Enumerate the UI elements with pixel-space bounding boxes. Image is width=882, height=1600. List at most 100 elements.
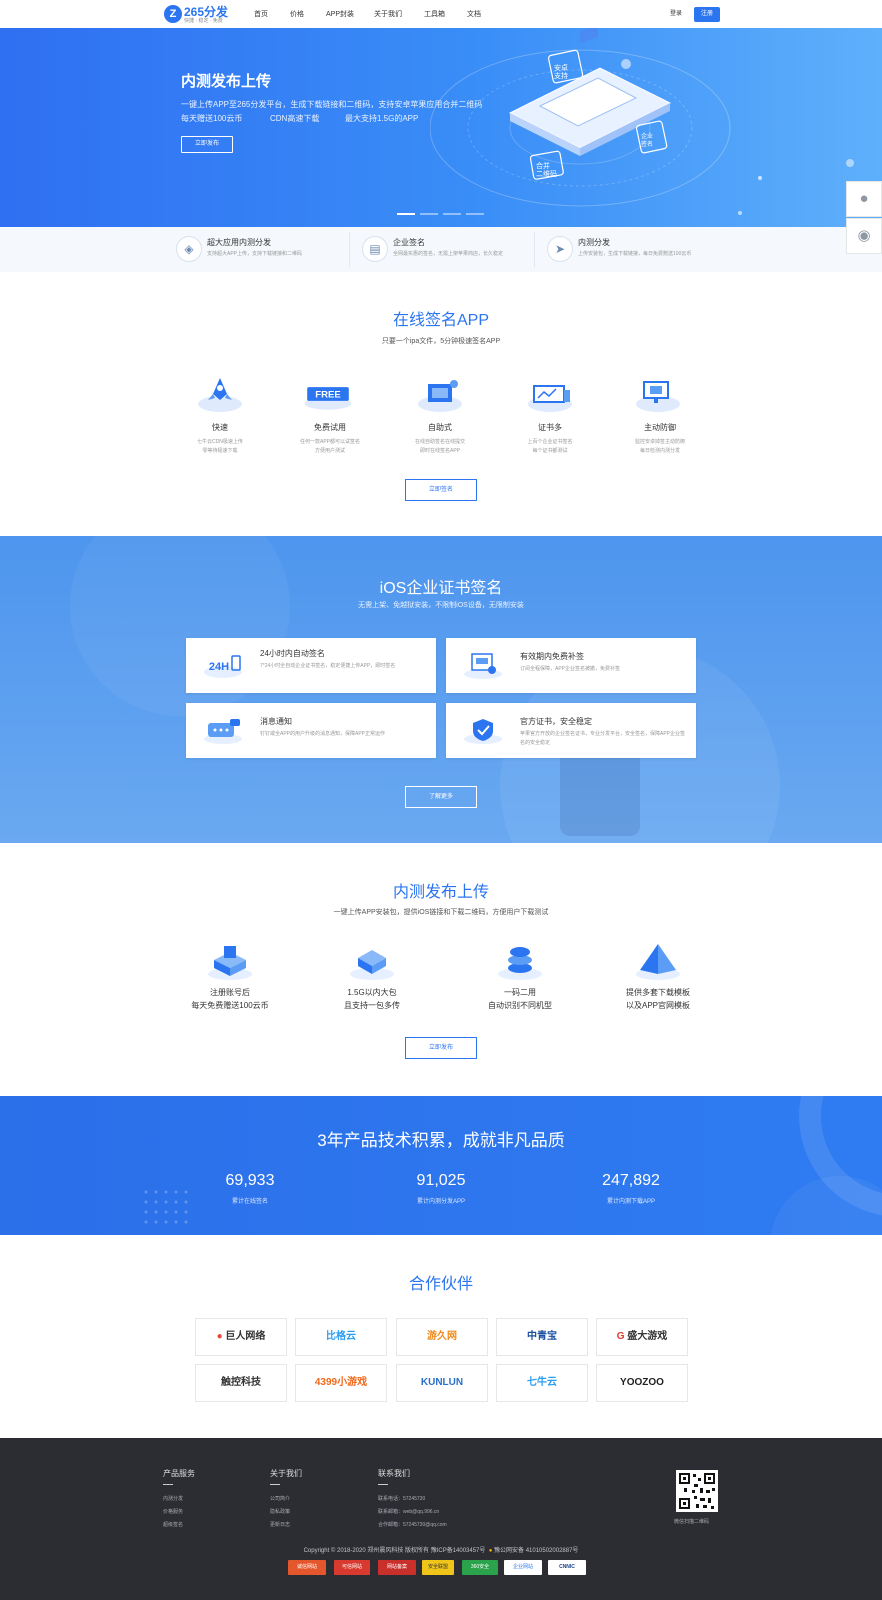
card-title: 消息通知 xyxy=(260,717,292,726)
hero-label-qrcode2: 二维码 xyxy=(536,169,557,178)
free-icon: FREE xyxy=(304,387,352,410)
nav-tools[interactable]: 工具箱 xyxy=(424,9,445,19)
partner-yoozoo[interactable]: YOOZOO xyxy=(596,1364,688,1402)
nav-docs[interactable]: 文档 xyxy=(467,9,481,19)
stat-number-downloads: 247,892 xyxy=(602,1172,660,1189)
feature-desc-defense: 监控安卓掉签主动防御 每日检测内测分发 xyxy=(634,439,685,454)
wechat-icon[interactable]: ◉ xyxy=(846,218,882,254)
qrcode-dual-use-icon xyxy=(498,947,542,980)
badge-integrity[interactable]: 诚信网站 xyxy=(288,1560,326,1575)
partner-shanda[interactable]: G 盛大游戏 xyxy=(596,1318,688,1356)
feature-desc-fast: 七牛云CDN极速上传 零等待极速下载 xyxy=(197,439,243,454)
partner-giant[interactable]: ● 巨人网络 xyxy=(195,1318,287,1356)
stat-label-signs: 累计在线签名 xyxy=(231,1199,268,1205)
carousel-dot-4[interactable] xyxy=(466,213,484,215)
hero-label-android: 安卓 xyxy=(554,63,568,72)
badge-record[interactable]: 网站备案 xyxy=(378,1560,416,1575)
footer-link[interactable]: 内测分发 xyxy=(163,1495,183,1502)
footer-link[interactable]: 超级签名 xyxy=(163,1521,183,1528)
free-badge-label: FREE xyxy=(315,389,340,400)
nav-home[interactable]: 首页 xyxy=(254,9,268,19)
hero-label-support: 支持 xyxy=(554,71,568,80)
carousel-dot-2[interactable] xyxy=(420,213,438,215)
police-record: 豫公网安备 41010502002887号 xyxy=(494,1548,579,1554)
partner-qiniu[interactable]: 七牛云 xyxy=(496,1364,588,1402)
ios-card-notification[interactable]: 消息通知 钉钉或全APP的用户升级的消息通知，保障APP正常运作 xyxy=(186,703,436,758)
partner-uuu9[interactable]: 游久网 xyxy=(396,1318,488,1356)
layers-icon: ◈ xyxy=(176,236,202,262)
templates-pyramid-icon xyxy=(636,944,680,980)
stats-background-decor xyxy=(144,1096,882,1235)
partner-zqgame[interactable]: 中青宝 xyxy=(496,1318,588,1356)
feature-desc-self: 在线自助签名在线提交 即时在线签名APP xyxy=(414,439,465,454)
message-icon xyxy=(204,719,242,744)
footer-link[interactable]: 更新日志 xyxy=(270,1521,290,1528)
hero-banner: 安卓 支持 企业 签名 合并 二维码 内测发布上传 一键上传APP至265分发平… xyxy=(0,28,882,227)
ios-card-official-cert[interactable]: 官方证书，安全稳定 苹果官方开放的企业签名证书，专业分发平台，安全签名，保障AP… xyxy=(446,703,696,758)
feature-title-defense: 主动防御 xyxy=(644,423,676,432)
qq-icon[interactable]: ● xyxy=(846,181,882,217)
badge-security[interactable]: 安全联盟 xyxy=(422,1560,454,1575)
logo-slogan: 快捷 · 稳定 · 免费 xyxy=(184,18,223,24)
hero-description: 一键上传APP至265分发平台，生成下载链接和二维码，支持安卓苹果应用合并二维码 xyxy=(181,100,483,109)
hero-publish-button[interactable]: 立即发布 xyxy=(181,136,233,153)
carousel-dot-1[interactable] xyxy=(397,213,415,215)
ios-card-auto-sign[interactable]: 24H 24小时内自动签名 7*24小时全自动企业证书签名，稳定便捷上传APP，… xyxy=(186,638,436,693)
upload-feature-1: 注册账号后 每天免费赠送100云币 xyxy=(191,988,269,1010)
footer-divider xyxy=(270,1484,280,1485)
ios-card-free-resign[interactable]: 有效期内免费补签 订阅全程保障，APP企业签名被撤，免费补签 xyxy=(446,638,696,693)
footer-link[interactable]: 价格服务 xyxy=(163,1508,183,1515)
ios-section-subtitle: 无需上架、免越狱安装，不限制iOS设备，无限制安装 xyxy=(358,602,524,609)
learn-more-button[interactable]: 了解更多 xyxy=(405,786,477,808)
carousel-dot-3[interactable] xyxy=(443,213,461,215)
feature-desc-certs: 上百个企业证书签名 每个证书都测试 xyxy=(527,439,573,454)
nav-about[interactable]: 关于我们 xyxy=(374,9,402,19)
badge-trusted[interactable]: 可信网站 xyxy=(334,1560,370,1575)
24h-icon: 24H xyxy=(204,655,242,678)
feature-title-fast: 快速 xyxy=(212,423,228,432)
strip-title-1[interactable]: 超大应用内测分发 xyxy=(207,237,271,248)
wechat-qrcode xyxy=(676,1470,718,1512)
certificate-icon xyxy=(528,385,572,412)
partner-biggercloud[interactable]: 比格云 xyxy=(295,1318,387,1356)
publish-now-button[interactable]: 立即发布 xyxy=(405,1037,477,1059)
footer-link[interactable]: 隐私政策 xyxy=(270,1508,290,1515)
ios-section-title: iOS企业证书签名 xyxy=(379,580,503,597)
ios-enterprise-section: iOS企业证书签名 无需上架、免越狱安装，不限制iOS设备，无限制安装 24H … xyxy=(0,536,882,843)
rocket-icon xyxy=(198,378,242,412)
hero-title: 内测发布上传 xyxy=(181,73,272,90)
sign-section-subtitle: 只要一个ipa文件，5分钟极速签名APP xyxy=(381,338,501,345)
badge-enterprise[interactable]: 企业网站 xyxy=(504,1560,542,1575)
upload-feature-4: 提供多套下载模板 以及APP官网模板 xyxy=(625,988,690,1010)
partner-chukong[interactable]: 触控科技 xyxy=(195,1364,287,1402)
card-title: 官方证书，安全稳定 xyxy=(520,717,592,726)
strip-title-3[interactable]: 内测分发 xyxy=(578,237,610,248)
footer-contact-email[interactable]: 联系邮箱：web@qq.996.cn xyxy=(378,1508,439,1515)
hero-feature-size: 最大支持1.5G的APP xyxy=(345,114,419,123)
footer-contact-coop[interactable]: 合作邮箱：57245730@qq.com xyxy=(378,1521,447,1528)
copyright: Copyright © 2018-2020 郑州晨风科技 版权所有 豫ICP备1… xyxy=(303,1548,579,1554)
footer-divider xyxy=(163,1484,173,1485)
logo-icon[interactable]: Z xyxy=(164,5,182,23)
stats-title: 3年产品技术积累，成就非凡品质 xyxy=(317,1131,565,1150)
partner-4399[interactable]: 4399小游戏 xyxy=(295,1364,387,1402)
nav-price[interactable]: 价格 xyxy=(290,9,304,19)
send-icon: ➤ xyxy=(547,236,573,262)
strip-title-2[interactable]: 企业签名 xyxy=(393,237,425,248)
login-button[interactable]: 登录 xyxy=(664,7,688,22)
register-button[interactable]: 注册 xyxy=(694,7,720,22)
card-title: 有效期内免费补签 xyxy=(520,652,584,661)
footer-link[interactable]: 公司简介 xyxy=(270,1495,290,1502)
hero-label-merge: 签名 xyxy=(641,140,653,148)
strip-desc-2: 全网最实惠的签名，无需上架苹果商店，长久稳定 xyxy=(393,251,504,257)
badge-360[interactable]: 360安全 xyxy=(462,1560,498,1575)
badge-cnnic[interactable]: CNNIC xyxy=(548,1560,586,1575)
hero-illustration: 安卓 支持 企业 签名 合并 二维码 xyxy=(430,28,854,215)
upload-section-title: 内测发布上传 xyxy=(392,884,489,901)
partner-kunlun[interactable]: KUNLUN xyxy=(396,1364,488,1402)
footer-contact-phone: 联系电话：57245730 xyxy=(378,1496,426,1502)
footer-divider xyxy=(378,1484,388,1485)
sign-now-button[interactable]: 立即签名 xyxy=(405,479,477,501)
nav-app-package[interactable]: APP封装 xyxy=(326,9,354,19)
sign-section-title: 在线签名APP xyxy=(392,312,490,329)
